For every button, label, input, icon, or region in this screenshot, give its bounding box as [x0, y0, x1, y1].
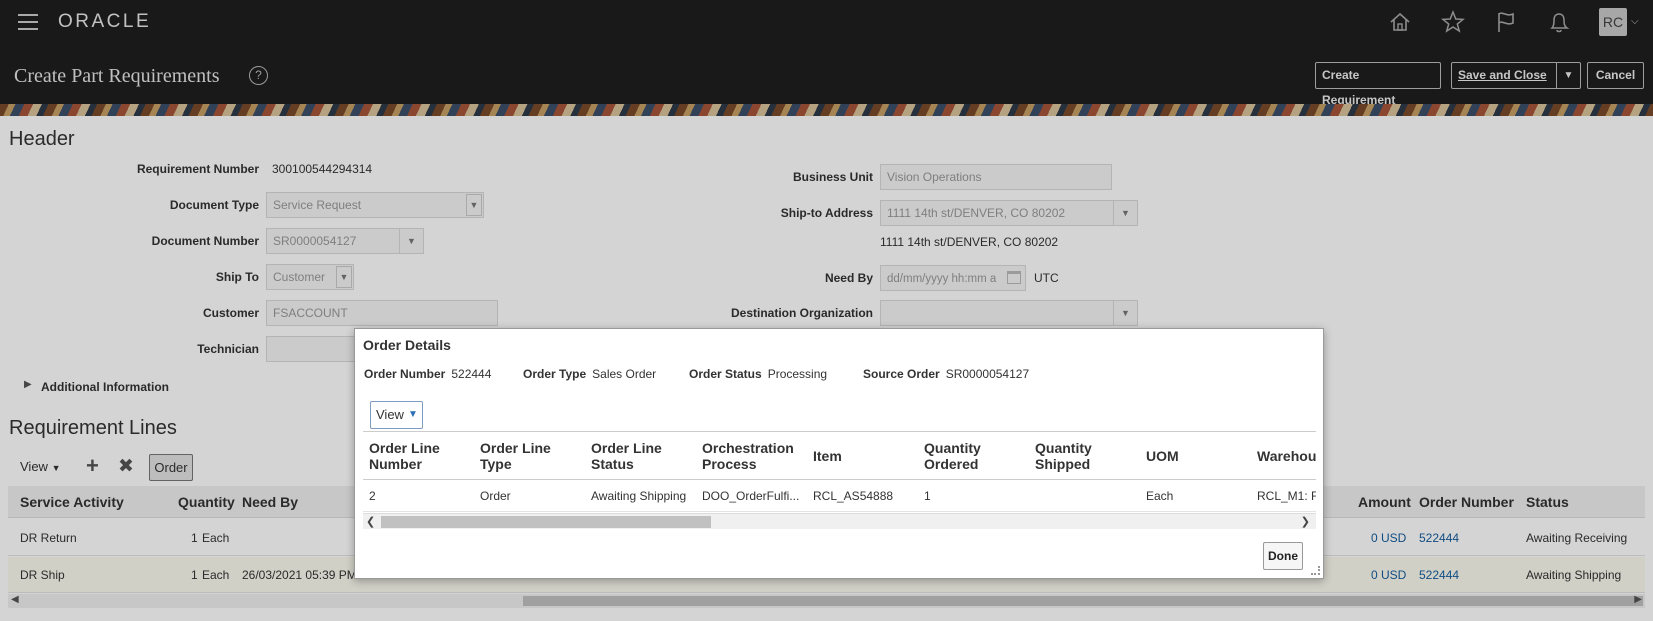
order-lines-header: Order Line Number Order Line Type Order …	[363, 431, 1316, 480]
order-lines-table: Order Line Number Order Line Type Order …	[363, 431, 1316, 529]
order-status-value: Processing	[767, 367, 828, 381]
order-number-value: 522444	[451, 367, 492, 381]
line-number-cell: 2	[369, 489, 376, 503]
line-type-cell: Order	[480, 489, 511, 503]
column-item[interactable]: Item	[813, 448, 842, 464]
column-order-line-type[interactable]: Order Line Type	[480, 440, 570, 472]
view-menu-button[interactable]: View ▼	[370, 401, 423, 429]
warehouse-cell: RCL_M1: F	[1257, 489, 1316, 503]
uom-cell: Each	[1146, 489, 1174, 503]
order-number-label: Order Number	[364, 367, 446, 381]
source-order-label: Source Order	[863, 367, 940, 381]
source-order-value: SR0000054127	[945, 367, 1030, 381]
column-order-line-status[interactable]: Order Line Status	[591, 440, 681, 472]
orchestration-process-cell: DOO_OrderFulfi...	[702, 489, 800, 503]
column-orchestration-process[interactable]: Orchestration Process	[702, 440, 802, 472]
table-row[interactable]: 2 Order Awaiting Shipping DOO_OrderFulfi…	[363, 480, 1316, 512]
order-status-label: Order Status	[689, 367, 762, 381]
source-order-info: Source Order SR0000054127	[863, 367, 1029, 381]
quantity-ordered-cell: 1	[924, 489, 931, 503]
dialog-title: Order Details	[363, 337, 451, 353]
view-menu-label: View	[376, 407, 404, 422]
column-order-line-number[interactable]: Order Line Number	[369, 440, 459, 472]
resize-handle-icon[interactable]	[1311, 566, 1320, 575]
line-status-cell: Awaiting Shipping	[591, 489, 687, 503]
column-warehouse[interactable]: Warehou	[1257, 448, 1316, 464]
order-type-value: Sales Order	[592, 367, 657, 381]
order-number-info: Order Number 522444	[364, 367, 491, 381]
scroll-left-icon[interactable]: ❮	[366, 515, 375, 528]
done-button[interactable]: Done	[1263, 542, 1303, 570]
order-details-dialog: Order Details Order Number 522444 Order T…	[354, 328, 1324, 579]
order-type-label: Order Type	[523, 367, 587, 381]
scrollbar-thumb[interactable]	[381, 516, 711, 528]
column-uom[interactable]: UOM	[1146, 448, 1179, 464]
chevron-down-icon: ▼	[408, 409, 418, 420]
item-cell: RCL_AS54888	[813, 489, 894, 503]
scroll-right-icon[interactable]: ❯	[1301, 515, 1310, 528]
order-type-info: Order Type Sales Order	[523, 367, 656, 381]
column-quantity-ordered[interactable]: Quantity Ordered	[924, 440, 1004, 472]
column-quantity-shipped[interactable]: Quantity Shipped	[1035, 440, 1115, 472]
order-status-info: Order Status Processing	[689, 367, 827, 381]
order-lines-scrollbar[interactable]: ❮ ❯	[363, 513, 1316, 529]
